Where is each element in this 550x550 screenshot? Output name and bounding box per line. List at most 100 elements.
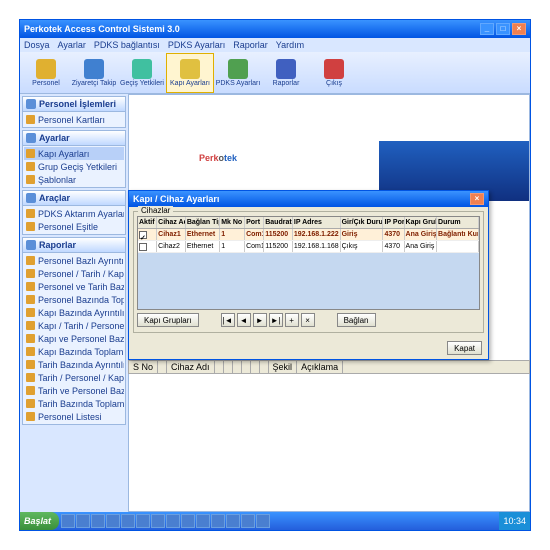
column-header[interactable]: Durum	[437, 217, 479, 228]
taskbar-item[interactable]	[91, 514, 105, 528]
taskbar-item[interactable]	[106, 514, 120, 528]
connect-button[interactable]: Bağlan	[337, 313, 376, 327]
sidebar-item[interactable]: Tarih / Personel / Kapı Bazında To...	[24, 371, 124, 384]
sidebar-item[interactable]: PDKS Aktarım Ayarları	[24, 207, 124, 220]
sidebar-item[interactable]: Kapı ve Personel Bazında Toplam ...	[24, 332, 124, 345]
column-header[interactable]: Gir/Çık Durum	[341, 217, 384, 228]
background-grid-header: S NoCihaz AdıŞekilAçıklama	[128, 360, 530, 374]
taskbar-item[interactable]	[166, 514, 180, 528]
toolbar-button[interactable]: Raporlar	[262, 53, 310, 93]
item-icon	[26, 269, 35, 278]
window-title: Perkotek Access Control Sistemi 3.0	[24, 24, 180, 34]
column-header[interactable]: Kapı Grubu	[405, 217, 437, 228]
nav-button[interactable]: ►|	[269, 313, 283, 327]
menu-item[interactable]: PDKS Ayarları	[168, 40, 225, 50]
panel-header[interactable]: Raporlar	[22, 237, 126, 253]
nav-button[interactable]: ►	[253, 313, 267, 327]
maximize-button[interactable]: □	[496, 23, 510, 35]
column-header[interactable]: Aktif	[138, 217, 157, 228]
close-dialog-button[interactable]: Kapat	[447, 341, 482, 355]
nav-button[interactable]: ×	[301, 313, 315, 327]
toolbar-button[interactable]: Geçiş Yetkileri	[118, 53, 166, 93]
item-icon	[26, 175, 35, 184]
taskbar-item[interactable]	[181, 514, 195, 528]
taskbar-item[interactable]	[121, 514, 135, 528]
column-header[interactable]: Baudrate	[264, 217, 293, 228]
toolbar-button[interactable]: Personel	[22, 53, 70, 93]
devices-grid[interactable]: AktifCihaz AdıBağlan TipiMk NoPortBaudra…	[137, 216, 480, 310]
sidebar-item[interactable]: Şablonlar	[24, 173, 124, 186]
toolbar-button[interactable]: Kapı Ayarları	[166, 53, 214, 93]
menu-item[interactable]: Yardım	[276, 40, 304, 50]
toolbar-button[interactable]: Ziyaretçi Takip	[70, 53, 118, 93]
nav-button[interactable]: ◄	[237, 313, 251, 327]
titlebar[interactable]: Perkotek Access Control Sistemi 3.0 _ □ …	[20, 20, 530, 38]
sidebar-item[interactable]: Personel Kartları	[24, 113, 124, 126]
item-icon	[26, 295, 35, 304]
panel-header[interactable]: Ayarlar	[22, 130, 126, 146]
sidebar-item[interactable]: Personel ve Tarih Bazında Ayrıntılı ...	[24, 280, 124, 293]
sidebar-item[interactable]: Kapı Bazında Toplam Geçiş Raporu	[24, 345, 124, 358]
logo: Perkotek	[199, 145, 237, 166]
sidebar-item[interactable]: Kapı Ayarları	[24, 147, 124, 160]
taskbar-item[interactable]	[226, 514, 240, 528]
sidebar-item[interactable]: Kapı Bazında Ayrıntılı Rapor	[24, 306, 124, 319]
sidebar-item[interactable]: Kapı / Tarih / Personel Bazında To...	[24, 319, 124, 332]
taskbar-item[interactable]	[256, 514, 270, 528]
dialog-title: Kapı / Cihaz Ayarları	[133, 194, 219, 204]
active-checkbox[interactable]	[139, 231, 147, 239]
panel-header[interactable]: Personel İşlemleri	[22, 96, 126, 112]
active-checkbox[interactable]	[139, 243, 147, 251]
taskbar-item[interactable]	[61, 514, 75, 528]
sidebar: Personel İşlemleriPersonel Kartları Ayarl…	[20, 94, 128, 512]
toolbar-button[interactable]: PDKS Ayarları	[214, 53, 262, 93]
dialog-buttons: Kapı Grupları |◄◄►►|+× Bağlan	[137, 313, 480, 327]
column-header[interactable]: IP Port	[383, 217, 404, 228]
taskbar-item[interactable]	[241, 514, 255, 528]
taskbar-item[interactable]	[196, 514, 210, 528]
door-groups-button[interactable]: Kapı Grupları	[137, 313, 199, 327]
taskbar-item[interactable]	[211, 514, 225, 528]
close-button[interactable]: ×	[512, 23, 526, 35]
panel-icon	[26, 99, 36, 109]
item-icon	[26, 222, 35, 231]
system-tray[interactable]: 10:34	[499, 512, 530, 530]
dialog-close-icon[interactable]: ×	[470, 193, 484, 205]
item-icon	[26, 347, 35, 356]
sidebar-item[interactable]: Grup Geçiş Yetkileri	[24, 160, 124, 173]
column-header[interactable]: Mk No	[220, 217, 245, 228]
item-icon	[26, 282, 35, 291]
item-icon	[26, 162, 35, 171]
panel-header[interactable]: Araçlar	[22, 190, 126, 206]
taskbar-item[interactable]	[76, 514, 90, 528]
sidebar-item[interactable]: Personel / Tarih / Kapı Bazında Gir...	[24, 267, 124, 280]
start-button[interactable]: Başlat	[20, 512, 59, 530]
column-header[interactable]: Bağlan Tipi	[186, 217, 220, 228]
taskbar-item[interactable]	[136, 514, 150, 528]
column-header[interactable]: Port	[245, 217, 264, 228]
menu-item[interactable]: Raporlar	[233, 40, 268, 50]
item-icon	[26, 256, 35, 265]
nav-button[interactable]: +	[285, 313, 299, 327]
sidebar-item[interactable]: Tarih Bazında Ayrıntılı Rapor	[24, 358, 124, 371]
taskbar-item[interactable]	[151, 514, 165, 528]
menu-item[interactable]: PDKS bağlantısı	[94, 40, 160, 50]
nav-button[interactable]: |◄	[221, 313, 235, 327]
table-row[interactable]: Cihaz2Ethernet1Com1115200192.168.1.168Çı…	[138, 241, 479, 253]
menu-item[interactable]: Ayarlar	[58, 40, 86, 50]
sidebar-item[interactable]: Personel Eşitle	[24, 220, 124, 233]
minimize-button[interactable]: _	[480, 23, 494, 35]
toolbar-icon	[84, 59, 104, 79]
column-header[interactable]: IP Adres	[293, 217, 341, 228]
sidebar-item[interactable]: Personel Listesi	[24, 410, 124, 423]
item-icon	[26, 209, 35, 218]
table-row[interactable]: Cihaz1Ethernet1Com1115200192.168.1.222Gi…	[138, 229, 479, 241]
toolbar-button[interactable]: Çıkış	[310, 53, 358, 93]
sidebar-item[interactable]: Tarih ve Personel Bazında Toplam ...	[24, 384, 124, 397]
dialog-titlebar[interactable]: Kapı / Cihaz Ayarları ×	[129, 191, 488, 207]
sidebar-item[interactable]: Tarih Bazında Toplam Geçiş Raporu	[24, 397, 124, 410]
column-header[interactable]: Cihaz Adı	[157, 217, 186, 228]
menu-item[interactable]: Dosya	[24, 40, 50, 50]
sidebar-item[interactable]: Personel Bazlı Ayrıntılı Geçiş Raporu	[24, 254, 124, 267]
sidebar-item[interactable]: Personel Bazında Toplam Geçiş Ra...	[24, 293, 124, 306]
